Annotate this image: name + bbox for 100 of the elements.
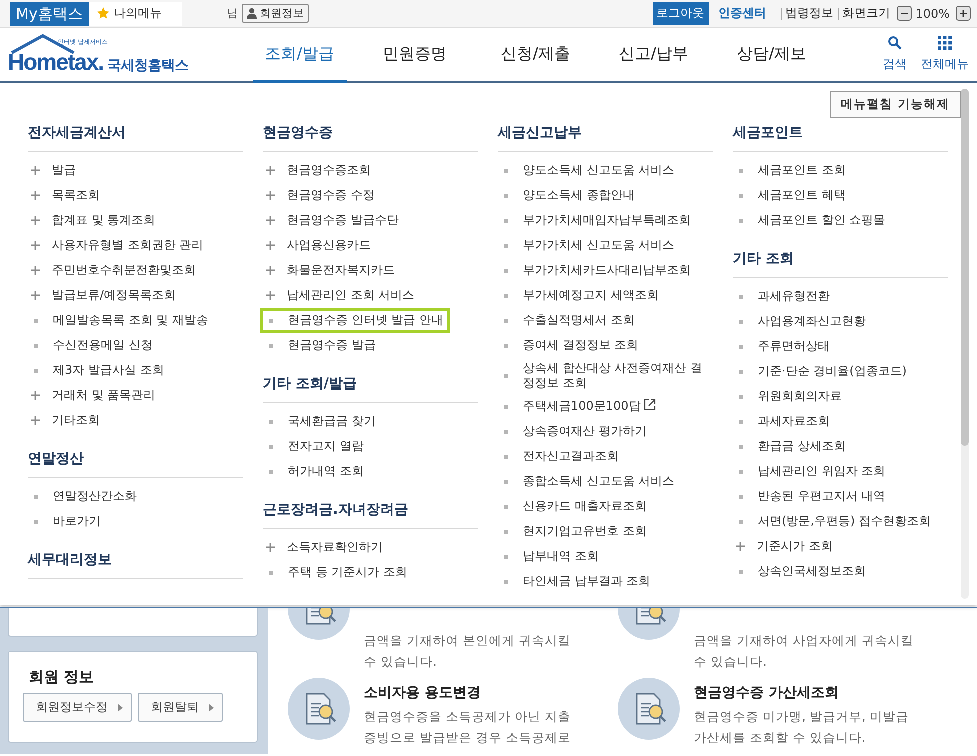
menu-item[interactable]: 목록조회 xyxy=(25,183,107,208)
menu-item[interactable]: 상속증여재산 평가하기 xyxy=(495,419,654,444)
bullet-icon xyxy=(504,454,508,458)
menu-item[interactable]: 양도소득세 종합안내 xyxy=(495,183,642,208)
member-action-button[interactable]: 회원탈퇴 xyxy=(138,693,223,722)
menu-item[interactable]: 증여세 결정정보 조회 xyxy=(495,333,646,358)
plus-icon xyxy=(266,543,275,552)
menu-item[interactable]: 상속세 합산대상 사전증여재산 결정정보 조회 xyxy=(495,358,713,394)
menu-section-title: 세무대리정보 xyxy=(28,551,243,579)
bullet-icon xyxy=(504,344,508,348)
menu-item[interactable]: 전자고지 열람 xyxy=(260,434,371,459)
menu-item[interactable]: 주택 등 기준시가 조회 xyxy=(260,560,414,585)
menu-item[interactable]: 현금영수증 발급수단 xyxy=(260,208,406,233)
menu-item[interactable]: 국세환급금 찾기 xyxy=(260,409,383,434)
menu-item[interactable]: 사업용계좌신고현황 xyxy=(730,309,873,334)
bullet-icon xyxy=(504,244,508,248)
minus-icon xyxy=(900,10,908,17)
menu-item[interactable]: 환급금 상세조회 xyxy=(730,434,853,459)
menu-item[interactable]: 바로가기 xyxy=(25,509,108,534)
menu-item[interactable]: 부가가치세매입자납부특례조회 xyxy=(495,208,698,233)
menu-item[interactable]: 수신전용메일 신청 xyxy=(25,333,160,358)
all-menu-button[interactable]: 전체메뉴 xyxy=(921,28,969,81)
menu-item[interactable]: 종합소득세 신고도움 서비스 xyxy=(495,469,682,494)
search-button[interactable]: 검색 xyxy=(883,28,907,81)
menu-collapse-button[interactable]: 메뉴펼침 기능해제 xyxy=(830,91,961,118)
bullet-icon xyxy=(504,530,508,534)
menu-item[interactable]: 타인세금 납부결과 조회 xyxy=(495,569,658,594)
menu-item[interactable]: 위원회회의자료 xyxy=(730,384,849,409)
menu-item[interactable]: 납부내역 조회 xyxy=(495,544,606,569)
plus-icon xyxy=(266,191,275,200)
menu-item[interactable]: 메일발송목록 조회 및 재발송 xyxy=(25,308,216,333)
menu-item[interactable]: 기준시가 조회 xyxy=(730,534,840,559)
zoom-in-button[interactable] xyxy=(956,6,971,21)
menu-item[interactable]: 전자신고결과조회 xyxy=(495,444,626,469)
logout-button[interactable]: 로그아웃 xyxy=(652,2,709,25)
menu-item[interactable]: 세금포인트 혜택 xyxy=(730,183,853,208)
zoom-out-button[interactable] xyxy=(896,6,912,21)
law-info-link[interactable]: 법령정보 xyxy=(786,5,834,22)
bullet-icon xyxy=(504,430,508,434)
service-title[interactable]: 소비자용 용도변경 xyxy=(364,684,586,702)
menu-item[interactable]: 현금영수증조회 xyxy=(260,158,378,183)
menu-item[interactable]: 거래처 및 품목관리 xyxy=(25,383,163,408)
menu-item[interactable]: 현금영수증 인터넷 발급 안내 xyxy=(260,308,450,333)
menu-item[interactable]: 부가가치세 신고도움 서비스 xyxy=(495,233,682,258)
menu-item[interactable]: 사용자유형별 조회권한 관리 xyxy=(25,233,211,258)
cert-center-link[interactable]: 인증센터 xyxy=(718,5,767,22)
house-roof-icon xyxy=(10,33,76,55)
menu-item[interactable]: 수출실적명세서 조회 xyxy=(495,308,642,333)
menu-item[interactable]: 제3자 발급사실 조회 xyxy=(25,358,172,383)
menu-item[interactable]: 상속인국세정보조회 xyxy=(730,559,873,584)
menu-item[interactable]: 현금영수증 발급 xyxy=(260,333,383,358)
nav-tab[interactable]: 신고/납부 xyxy=(607,28,725,83)
menu-item[interactable]: 세금포인트 할인 쇼핑몰 xyxy=(730,208,893,233)
plus-icon xyxy=(31,191,40,200)
menu-item[interactable]: 현지기업고유번호 조회 xyxy=(495,519,654,544)
bullet-icon xyxy=(739,344,743,348)
menu-item[interactable]: 부가세예정고지 세액조회 xyxy=(495,283,666,308)
nav-tab[interactable]: 민원증명 xyxy=(371,28,489,83)
member-info-button[interactable]: 회원정보 xyxy=(242,4,309,23)
menu-item[interactable]: 서면(방문,우편등) 접수현황조회 xyxy=(730,509,938,534)
menu-item[interactable]: 발급 xyxy=(25,158,83,183)
menu-item[interactable]: 과세자료조회 xyxy=(730,409,837,434)
scrollbar[interactable] xyxy=(961,89,969,599)
menu-item[interactable]: 주민번호수취분전환및조회 xyxy=(25,258,203,283)
menu-item[interactable]: 기준·단순 경비율(업종코드) xyxy=(730,359,914,384)
member-action-button[interactable]: 회원정보수정 xyxy=(23,693,132,722)
menu-item[interactable]: 납세관리인 조회 서비스 xyxy=(260,283,422,308)
menu-item[interactable]: 기타조회 xyxy=(25,408,107,433)
menu-item[interactable]: 사업용신용카드 xyxy=(260,233,378,258)
menu-item[interactable]: 연말정산간소화 xyxy=(25,484,144,509)
menu-item[interactable]: 납세관리인 위임자 조회 xyxy=(730,459,893,484)
menu-item[interactable]: 양도소득세 신고도움 서비스 xyxy=(495,158,682,183)
nav-tab[interactable]: 상담/제보 xyxy=(725,28,843,83)
bullet-icon xyxy=(504,374,508,378)
bullet-icon xyxy=(34,368,38,372)
menu-item[interactable]: 주택세금100문100답 xyxy=(495,394,663,419)
menu-item[interactable]: 합계표 및 통계조회 xyxy=(25,208,163,233)
my-hometax-tab[interactable]: My홈택스 xyxy=(10,2,89,26)
plus-icon xyxy=(31,166,40,175)
bullet-icon xyxy=(739,168,743,172)
menu-item[interactable]: 주류면허상태 xyxy=(730,334,837,359)
service-description: 금액을 기재하여 본인에게 귀속시킬 수 있습니다. xyxy=(364,632,572,671)
service-description: 금액을 기재하여 사업자에게 귀속시킬 수 있습니다. xyxy=(694,632,915,671)
menu-item[interactable]: 신용카드 매출자료조회 xyxy=(495,494,654,519)
menu-item[interactable]: 반송된 우편고지서 내역 xyxy=(730,484,893,509)
menu-item[interactable]: 소득자료확인하기 xyxy=(260,535,390,560)
menu-item[interactable]: 현금영수증 수정 xyxy=(260,183,382,208)
nav-tab[interactable]: 신청/제출 xyxy=(489,28,607,83)
menu-item[interactable]: 화물운전자복지카드 xyxy=(260,258,402,283)
menu-item[interactable]: 허가내역 조회 xyxy=(260,459,371,484)
bullet-icon xyxy=(504,554,508,558)
menu-item[interactable]: 발급보류/예정목록조회 xyxy=(25,283,184,308)
menu-item[interactable]: 과세유형전환 xyxy=(730,284,837,309)
bullet-icon xyxy=(739,218,743,222)
bullet-icon xyxy=(504,480,508,484)
menu-item[interactable]: 세금포인트 조회 xyxy=(730,158,853,183)
service-title[interactable]: 현금영수증 가산세조회 xyxy=(694,684,916,702)
plus-icon xyxy=(736,542,745,551)
menu-item[interactable]: 부가가치세카드사대리납부조회 xyxy=(495,258,698,283)
my-menu-tab[interactable]: 나의메뉴 xyxy=(88,2,182,26)
